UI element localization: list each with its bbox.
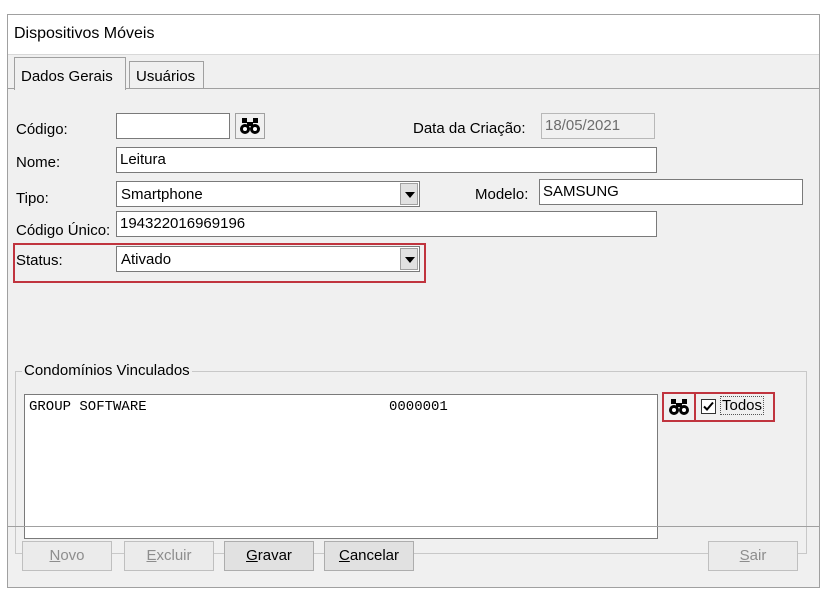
condominio-name: GROUP SOFTWARE [29,399,147,415]
gravar-accel: G [246,547,258,564]
button-bar: Novo Excluir Gravar Cancelar Sair [8,526,819,587]
novo-button[interactable]: Novo [22,541,112,571]
nome-label: Nome: [16,154,61,171]
cancelar-accel: C [338,547,350,564]
search-condominios-button[interactable] [664,394,694,420]
cancelar-button[interactable]: Cancelar [324,541,414,571]
tipo-value: Smartphone [121,186,203,203]
sair-label: air [749,547,767,564]
nome-input[interactable]: Leitura [116,147,657,173]
data-criacao-field: 18/05/2021 [541,113,655,139]
tipo-label: Tipo: [16,190,49,207]
status-label: Status: [16,252,63,269]
excluir-accel: E [146,547,157,564]
condominio-code: 0000001 [389,399,448,415]
todos-checkbox[interactable] [701,399,716,414]
binoculars-icon [240,118,260,134]
codigo-unico-label: Código Único: [16,222,111,239]
codigo-label: Código: [16,121,68,138]
todos-label[interactable]: Todos [720,396,765,415]
dispositivos-moveis-window: Dispositivos Móveis Dados Gerais Usuário… [7,14,820,588]
tab-panel-dados-gerais: Código: Data da Criação: 18/05/2021 Nome… [8,88,819,554]
sair-button[interactable]: Sair [708,541,798,571]
cancelar-label: ancelar [349,547,400,564]
title-bar: Dispositivos Móveis [8,15,819,55]
tab-dados-gerais[interactable]: Dados Gerais [14,57,126,90]
binoculars-icon [669,399,689,415]
window-title: Dispositivos Móveis [14,25,155,42]
status-select[interactable]: Ativado [116,246,420,272]
gravar-label: ravar [257,547,292,564]
todos-divider [694,392,696,422]
tab-usuarios[interactable]: Usuários [129,61,204,89]
gravar-button[interactable]: Gravar [224,541,314,571]
tipo-select[interactable]: Smartphone [116,181,420,207]
excluir-button[interactable]: Excluir [124,541,214,571]
chevron-down-icon[interactable] [400,248,418,270]
condominios-legend: Condomínios Vinculados [22,362,192,379]
search-codigo-button[interactable] [235,113,265,139]
modelo-label: Modelo: [475,186,529,203]
codigo-input[interactable] [116,113,230,139]
sair-accel: S [739,547,750,564]
checkmark-icon [703,401,714,411]
excluir-label: xcluir [156,547,192,564]
condominios-list[interactable]: GROUP SOFTWARE 0000001 [24,394,658,539]
novo-label: ovo [60,547,85,564]
status-value: Ativado [121,251,172,268]
tab-label: Usuários [136,68,196,85]
data-criacao-label: Data da Criação: [413,120,526,137]
chevron-down-icon[interactable] [400,183,418,205]
tab-label: Dados Gerais [21,68,113,85]
codigo-unico-input[interactable]: 194322016969196 [116,211,657,237]
modelo-input[interactable]: SAMSUNG [539,179,803,205]
list-item[interactable]: GROUP SOFTWARE 0000001 [29,399,629,417]
novo-accel: N [49,547,61,564]
